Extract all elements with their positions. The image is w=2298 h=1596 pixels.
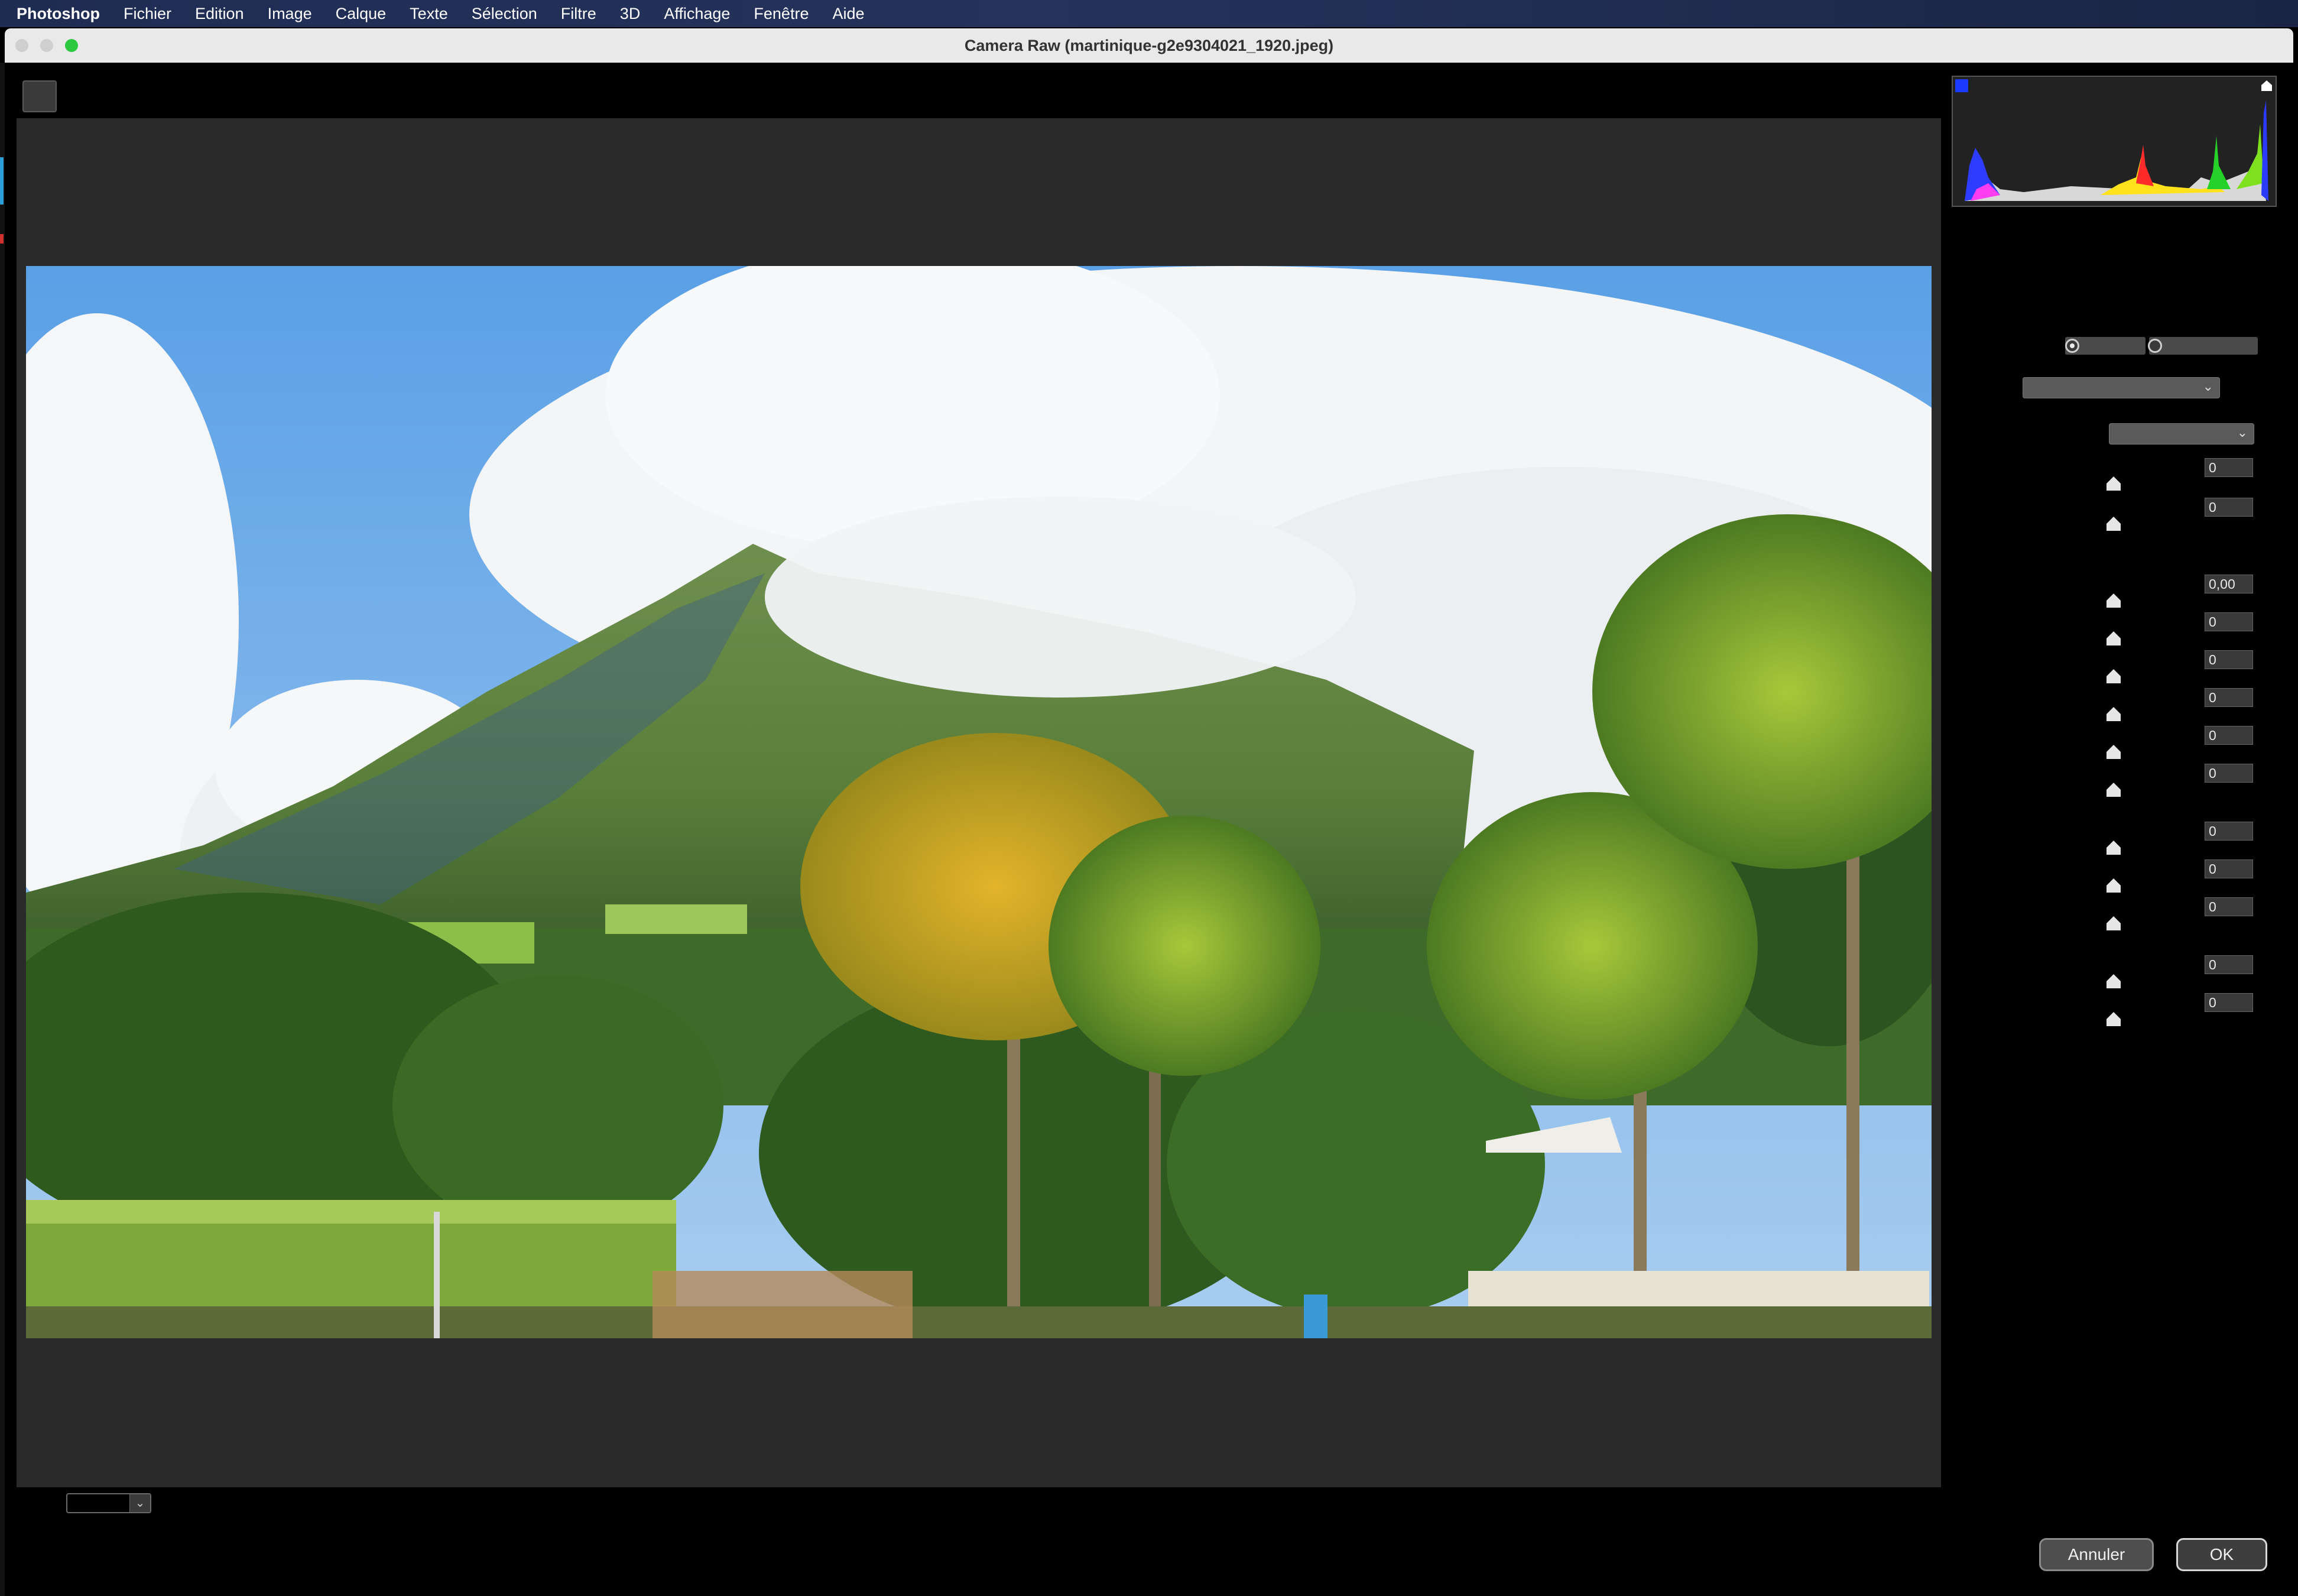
menu-fichier[interactable]: Fichier (124, 5, 171, 23)
value-field-12[interactable]: 0 (2205, 955, 2253, 974)
cancel-button[interactable]: Annuler (2039, 1538, 2154, 1571)
radio-track (2149, 337, 2258, 355)
histogram (1952, 76, 2277, 207)
window-titlebar[interactable]: Camera Raw (martinique-g2e9304021_1920.j… (5, 28, 2293, 63)
window-title: Camera Raw (martinique-g2e9304021_1920.j… (964, 37, 1334, 54)
profile-dropdown[interactable]: ⌄ (2023, 377, 2220, 398)
value-field-2[interactable]: 0 (2205, 498, 2253, 517)
mode-radio-2[interactable] (2148, 339, 2162, 353)
value-field-5[interactable]: 0 (2205, 650, 2253, 669)
chevron-down-icon: ⌄ (2237, 425, 2248, 440)
preview-image (26, 266, 1932, 1338)
preset-dropdown[interactable]: ⌄ (2109, 423, 2254, 445)
value-field-8[interactable]: 0 (2205, 764, 2253, 783)
edge-mark (0, 157, 4, 205)
menu-app-photoshop[interactable]: Photoshop (17, 5, 100, 23)
menu-fenetre[interactable]: Fenêtre (754, 5, 809, 23)
background-window-edge (0, 63, 5, 1596)
mode-radio-1[interactable] (2065, 339, 2079, 353)
value-field-3[interactable]: 0,00 (2205, 575, 2253, 593)
edge-mark (0, 234, 4, 244)
menu-bar: Photoshop Fichier Edition Image Calque T… (0, 0, 2298, 27)
value-field-7[interactable]: 0 (2205, 726, 2253, 745)
menu-filtre[interactable]: Filtre (561, 5, 596, 23)
menu-affichage[interactable]: Affichage (664, 5, 730, 23)
menu-image[interactable]: Image (268, 5, 312, 23)
menu-aide[interactable]: Aide (832, 5, 864, 23)
menu-selection[interactable]: Sélection (472, 5, 537, 23)
value-field-10[interactable]: 0 (2205, 859, 2253, 878)
ok-button[interactable]: OK (2176, 1538, 2267, 1571)
value-field-6[interactable]: 0 (2205, 688, 2253, 707)
chevron-down-icon: ⌄ (2202, 379, 2213, 394)
value-field-11[interactable]: 0 (2205, 897, 2253, 916)
menu-calque[interactable]: Calque (336, 5, 387, 23)
menu-edition[interactable]: Edition (195, 5, 244, 23)
menu-texte[interactable]: Texte (410, 5, 448, 23)
value-field-9[interactable]: 0 (2205, 822, 2253, 841)
value-field-13[interactable]: 0 (2205, 993, 2253, 1012)
value-field-1[interactable]: 0 (2205, 458, 2253, 477)
histogram-graph (1965, 100, 2268, 201)
zoom-level-select[interactable]: ⌄ (66, 1493, 151, 1513)
menu-3d[interactable]: 3D (620, 5, 641, 23)
chevron-down-icon: ⌄ (129, 1494, 150, 1512)
tool-swatch-button[interactable] (22, 80, 57, 112)
value-field-4[interactable]: 0 (2205, 612, 2253, 631)
landscape-photo-icon (26, 266, 1932, 1338)
